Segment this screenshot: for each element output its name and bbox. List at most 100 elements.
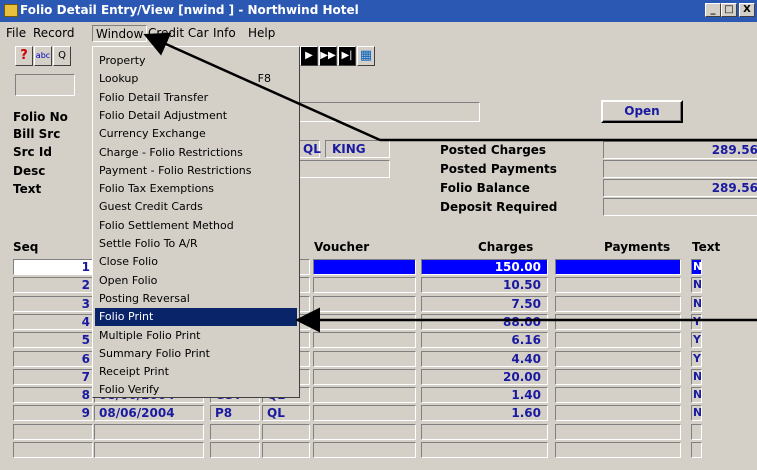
payments-cell[interactable] — [555, 277, 681, 293]
menu-credit-car[interactable]: Credit Car — [145, 25, 212, 42]
date-cell[interactable] — [94, 442, 204, 458]
voucher-cell[interactable] — [313, 332, 416, 348]
code-cell[interactable]: P8 — [210, 405, 260, 421]
text-flag-cell[interactable]: N — [691, 296, 702, 312]
voucher-cell[interactable] — [313, 259, 416, 275]
deposit-required-field[interactable] — [603, 198, 757, 216]
menu-window[interactable]: Window — [92, 25, 148, 42]
menu-item-multiple-folio-print[interactable]: Multiple Folio Print — [95, 327, 297, 345]
code-cell[interactable] — [210, 442, 260, 458]
date-cell[interactable]: 08/06/2004 — [94, 405, 204, 421]
menu-item-folio-settlement-method[interactable]: Folio Settlement Method — [95, 217, 297, 235]
menu-item-summary-folio-print[interactable]: Summary Folio Print — [95, 345, 297, 363]
charges-cell[interactable]: 88.00 — [421, 314, 548, 330]
record-indicator-field[interactable] — [15, 74, 75, 96]
search-icon[interactable]: Q — [53, 46, 71, 66]
seq-cell[interactable]: 9 — [13, 405, 93, 421]
payments-cell[interactable] — [555, 369, 681, 385]
payments-cell[interactable] — [555, 332, 681, 348]
voucher-cell[interactable] — [313, 387, 416, 403]
text-flag-cell[interactable]: Y — [691, 332, 702, 348]
payments-cell[interactable] — [555, 259, 681, 275]
charges-cell[interactable] — [421, 424, 548, 440]
next-record-icon[interactable]: ▶ — [300, 46, 318, 66]
title-bar[interactable]: Folio Detail Entry/View [nwind ] - North… — [0, 0, 757, 22]
payments-cell[interactable] — [555, 351, 681, 367]
seq-cell[interactable]: 1 — [13, 259, 93, 275]
text-flag-cell[interactable]: N — [691, 405, 702, 421]
fast-forward-icon[interactable]: ▶▶ — [319, 46, 337, 66]
menu-item-property[interactable]: Property — [95, 52, 297, 70]
charges-cell[interactable]: 150.00 — [421, 259, 548, 275]
payments-cell[interactable] — [555, 442, 681, 458]
voucher-cell[interactable] — [313, 442, 416, 458]
charges-cell[interactable]: 6.16 — [421, 332, 548, 348]
menu-item-folio-verify[interactable]: Folio Verify — [95, 381, 297, 399]
menu-item-close-folio[interactable]: Close Folio — [95, 253, 297, 271]
text-flag-cell[interactable]: N — [691, 277, 702, 293]
close-button[interactable]: X — [739, 3, 755, 17]
seq-cell[interactable]: 5 — [13, 332, 93, 348]
menu-item-settle-folio-to-a-r[interactable]: Settle Folio To A/R — [95, 235, 297, 253]
seq-cell[interactable]: 8 — [13, 387, 93, 403]
minimize-button[interactable]: _ — [705, 3, 721, 17]
menu-item-receipt-print[interactable]: Receipt Print — [95, 363, 297, 381]
text-flag-cell[interactable] — [691, 442, 702, 458]
folio-name-field[interactable] — [298, 102, 480, 122]
open-button[interactable]: Open — [601, 100, 683, 123]
menu-item-lookup[interactable]: Lookup F8 — [95, 70, 297, 88]
menu-item-payment-folio-restrictions[interactable]: Payment - Folio Restrictions — [95, 162, 297, 180]
payments-cell[interactable] — [555, 314, 681, 330]
menu-help[interactable]: Help — [245, 25, 278, 42]
charges-cell[interactable] — [421, 442, 548, 458]
seq-cell[interactable]: 4 — [13, 314, 93, 330]
menu-record[interactable]: Record — [30, 25, 77, 42]
menu-item-folio-detail-transfer[interactable]: Folio Detail Transfer — [95, 89, 297, 107]
voucher-cell[interactable] — [313, 405, 416, 421]
payments-cell[interactable] — [555, 424, 681, 440]
menu-item-open-folio[interactable]: Open Folio — [95, 272, 297, 290]
menu-item-charge-folio-restrictions[interactable]: Charge - Folio Restrictions — [95, 144, 297, 162]
src-cell[interactable]: QL — [262, 405, 310, 421]
text-flag-cell[interactable]: N — [691, 369, 702, 385]
menu-item-folio-detail-adjustment[interactable]: Folio Detail Adjustment — [95, 107, 297, 125]
voucher-cell[interactable] — [313, 296, 416, 312]
text-flag-cell[interactable] — [691, 424, 702, 440]
payments-cell[interactable] — [555, 387, 681, 403]
seq-cell[interactable] — [13, 442, 93, 458]
voucher-cell[interactable] — [313, 314, 416, 330]
text-flag-cell[interactable]: Y — [691, 314, 702, 330]
payments-cell[interactable] — [555, 405, 681, 421]
charges-cell[interactable]: 7.50 — [421, 296, 548, 312]
seq-cell[interactable]: 7 — [13, 369, 93, 385]
menu-item-posting-reversal[interactable]: Posting Reversal — [95, 290, 297, 308]
src-cell[interactable] — [262, 442, 310, 458]
maximize-button[interactable]: □ — [721, 3, 737, 17]
text-flag-cell[interactable]: N — [691, 387, 702, 403]
voucher-cell[interactable] — [313, 277, 416, 293]
voucher-cell[interactable] — [313, 351, 416, 367]
menu-item-folio-print[interactable]: Folio Print — [95, 308, 297, 327]
menu-info[interactable]: Info — [210, 25, 239, 42]
voucher-cell[interactable] — [313, 369, 416, 385]
payments-cell[interactable] — [555, 296, 681, 312]
menu-item-folio-tax-exemptions[interactable]: Folio Tax Exemptions — [95, 180, 297, 198]
charges-cell[interactable]: 4.40 — [421, 351, 548, 367]
menu-file[interactable]: File — [3, 25, 29, 42]
menu-item-guest-credit-cards[interactable]: Guest Credit Cards — [95, 198, 297, 216]
spellcheck-icon[interactable]: abc — [34, 46, 52, 66]
help-icon[interactable]: ? — [15, 46, 33, 66]
src-cell[interactable] — [262, 424, 310, 440]
text-flag-cell[interactable]: N — [691, 259, 702, 275]
date-cell[interactable] — [94, 424, 204, 440]
voucher-cell[interactable] — [313, 424, 416, 440]
charges-cell[interactable]: 10.50 — [421, 277, 548, 293]
grid-icon[interactable]: ▦ — [357, 46, 375, 66]
menu-item-currency-exchange[interactable]: Currency Exchange — [95, 125, 297, 143]
charges-cell[interactable]: 1.40 — [421, 387, 548, 403]
seq-cell[interactable] — [13, 424, 93, 440]
charges-cell[interactable]: 1.60 — [421, 405, 548, 421]
code-cell[interactable] — [210, 424, 260, 440]
seq-cell[interactable]: 2 — [13, 277, 93, 293]
desc-field[interactable] — [298, 160, 390, 178]
